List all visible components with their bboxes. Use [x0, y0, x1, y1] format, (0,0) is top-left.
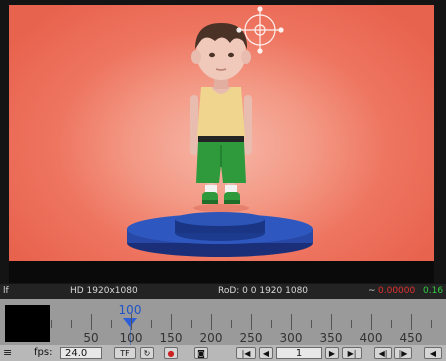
timeline-tick: [271, 320, 272, 328]
loop-icon[interactable]: ↻: [140, 347, 154, 359]
timeline-frame-label: 250: [239, 331, 263, 345]
timeline-tick: [91, 314, 92, 330]
timeline-tick: [311, 320, 312, 328]
character: [190, 23, 252, 212]
timeline-tick: [51, 320, 52, 328]
timeline-frame-label: 350: [319, 331, 343, 345]
playback-controls: ≡ fps: 24.0 TF ↻ ● ◙ |◀ ◀ 1 ▶ ▶| ◀| |▶ ◀: [0, 345, 446, 361]
timeline-frame-label: 200: [199, 331, 223, 345]
play-forward-icon[interactable]: ▶: [325, 347, 339, 359]
pixel-value-red: 0.00000: [378, 286, 416, 296]
playhead-frame-label: 100: [118, 303, 142, 317]
timeline-tick: [291, 314, 292, 330]
fps-label: fps:: [34, 347, 53, 358]
info-left-text: lf: [3, 286, 9, 296]
timeline-tick: [411, 314, 412, 330]
viewer-letterbox: [9, 261, 434, 283]
timeline-thumbnail: [5, 305, 50, 342]
step-back-icon[interactable]: ◀: [259, 347, 273, 359]
timeline-tick: [171, 314, 172, 330]
pedestal: [127, 212, 313, 257]
fps-field[interactable]: 24.0: [60, 347, 102, 359]
timeline-tick: [331, 314, 332, 330]
tf-button[interactable]: TF: [114, 347, 136, 359]
skip-to-end-icon[interactable]: ▶|: [342, 347, 362, 359]
timeline-frame-label: 150: [159, 331, 183, 345]
camera-icon[interactable]: ◙: [194, 347, 208, 359]
format-label: HD 1920x1080: [70, 286, 138, 296]
timeline-frame-label: 400: [359, 331, 383, 345]
viewer-scene: [127, 6, 313, 257]
timeline-tick: [191, 320, 192, 328]
timeline-tick: [431, 320, 432, 328]
pixel-value-green: 0.16: [423, 286, 444, 296]
timeline-tick: [111, 320, 112, 328]
timeline-tick: [251, 314, 252, 330]
timeline-tick: [131, 314, 132, 330]
rod-label: RoD: 0 0 1920 1080: [218, 286, 309, 296]
info-tilde: ~: [368, 286, 376, 296]
timeline-tick: [231, 320, 232, 328]
timeline-tick: [391, 320, 392, 328]
timeline-tick: [151, 320, 152, 328]
viewer-panel: [0, 0, 446, 284]
timeline-frame-label: 100: [119, 331, 143, 345]
record-icon[interactable]: ●: [164, 347, 178, 359]
prev-keyframe-icon[interactable]: ◀|: [374, 347, 392, 359]
timeline-tick: [211, 314, 212, 330]
step-forward-icon[interactable]: ◀: [424, 347, 442, 359]
timeline-frame-label: 300: [279, 331, 303, 345]
timeline-tick: [371, 314, 372, 330]
frame-field[interactable]: 1: [276, 347, 322, 359]
compositor-app: lf HD 1920x1080 RoD: 0 0 1920 1080 ~ 0.0…: [0, 0, 446, 361]
timeline-tick: [351, 320, 352, 328]
timeline-frame-label: 50: [83, 331, 99, 345]
timeline-frame-label: 450: [399, 331, 423, 345]
skip-to-start-icon[interactable]: |◀: [236, 347, 256, 359]
menu-icon[interactable]: ≡: [3, 347, 12, 359]
timeline-tick: [71, 320, 72, 328]
next-keyframe-icon[interactable]: |▶: [394, 347, 412, 359]
viewer-info-bar: lf HD 1920x1080 RoD: 0 0 1920 1080 ~ 0.0…: [0, 284, 446, 299]
viewer-canvas[interactable]: [9, 5, 434, 261]
